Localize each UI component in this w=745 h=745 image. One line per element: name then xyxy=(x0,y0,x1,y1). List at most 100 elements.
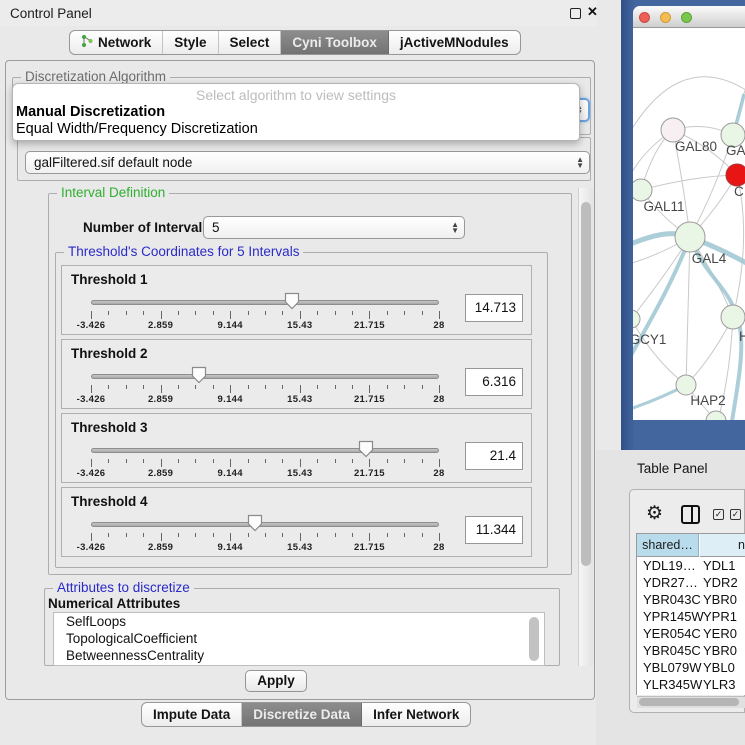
cell-name: YBR0 xyxy=(703,642,737,659)
table-row[interactable]: YBR045CYBR0 xyxy=(637,642,745,659)
table-panel-title: Table Panel xyxy=(637,461,708,476)
tab-select[interactable]: Select xyxy=(219,31,282,54)
threshold-slider-track[interactable] xyxy=(91,374,439,379)
mac-zoom-icon[interactable] xyxy=(681,12,692,23)
network-edge[interactable] xyxy=(633,319,686,385)
network-node-gal4[interactable] xyxy=(675,222,705,252)
network-node-ha[interactable] xyxy=(721,305,745,329)
slider-tick xyxy=(387,385,388,389)
slider-tick xyxy=(248,311,249,315)
network-node-hap2[interactable] xyxy=(676,375,696,395)
threshold-value-field[interactable]: 14.713 xyxy=(465,294,523,322)
threshold-slider-thumb[interactable] xyxy=(358,440,374,458)
attributes-scrollbar[interactable] xyxy=(529,617,539,661)
network-edge-thick[interactable] xyxy=(633,237,690,370)
slider-tick xyxy=(108,459,109,463)
tab-cyni-toolbox[interactable]: Cyni Toolbox xyxy=(281,31,389,54)
algorithm-dropdown-popup: Select algorithm to view settings Manual… xyxy=(12,83,580,141)
gear-icon[interactable]: ⚙ xyxy=(646,502,663,525)
table-row[interactable]: YIL052CYIL0 xyxy=(637,693,745,695)
number-of-intervals-value: 5 xyxy=(212,220,220,235)
slider-tick xyxy=(404,385,405,389)
slider-tick-label: 21.715 xyxy=(354,468,385,479)
close-icon[interactable]: ✕ xyxy=(587,4,598,20)
slider-tick-label: 15.43 xyxy=(287,320,312,331)
checkbox-icon[interactable]: ✓ xyxy=(713,509,724,520)
tab-discretize-data[interactable]: Discretize Data xyxy=(242,703,362,726)
tab-infer-network[interactable]: Infer Network xyxy=(362,703,470,726)
table-row[interactable]: YER054CYER0 xyxy=(637,625,745,642)
table-hscrollbar-thumb[interactable] xyxy=(639,698,739,706)
network-edge[interactable] xyxy=(641,175,737,190)
algorithm-option-equal-width-frequency-discretization[interactable]: Equal Width/Frequency Discretization xyxy=(16,121,258,137)
number-of-intervals-combo[interactable]: 5 ▲▼ xyxy=(203,216,465,239)
threshold-value-field[interactable]: 11.344 xyxy=(465,516,523,544)
slider-tick xyxy=(248,533,249,537)
table-row[interactable]: YDR27…YDR2 xyxy=(637,574,745,591)
network-node-label: HA xyxy=(739,329,745,344)
tab-label: Network xyxy=(98,35,151,50)
tab-style[interactable]: Style xyxy=(163,31,218,54)
split-columns-icon[interactable] xyxy=(681,505,700,524)
discretization-algorithm-group-title: Discretization Algorithm xyxy=(21,69,170,84)
cell-name: YDR2 xyxy=(703,574,738,591)
app-root: Control Panel ✕ NetworkStyleSelectCyni T… xyxy=(0,0,745,745)
threshold-slider-thumb[interactable] xyxy=(247,514,263,532)
attribute-item-selfloops[interactable]: SelfLoops xyxy=(54,613,544,630)
table-row[interactable]: YBR043CYBR0 xyxy=(637,591,745,608)
network-node-gcy1[interactable] xyxy=(633,310,640,328)
algorithm-option-manual-discretization[interactable]: Manual Discretization xyxy=(16,104,165,120)
slider-tick-label: -3.426 xyxy=(77,320,106,331)
network-window-titlebar[interactable] xyxy=(633,6,745,28)
mac-minimize-icon[interactable] xyxy=(660,12,671,23)
cell-name: YDL1 xyxy=(703,557,736,574)
tab-impute-data[interactable]: Impute Data xyxy=(142,703,242,726)
attribute-item-betweennesscentrality[interactable]: BetweennessCentrality xyxy=(54,647,544,664)
network-node-gal11[interactable] xyxy=(633,179,652,201)
panel-scrollbar-thumb[interactable] xyxy=(581,202,591,566)
table-data-combo[interactable]: galFiltered.sif default node ▲▼ xyxy=(25,151,590,174)
attributes-group-title: Attributes to discretize xyxy=(53,580,194,595)
threshold-slider-thumb[interactable] xyxy=(284,292,300,310)
table-row[interactable]: YDL19…YDL1 xyxy=(637,557,745,574)
threshold-value-field[interactable]: 21.4 xyxy=(465,442,523,470)
tab-label: Select xyxy=(230,35,270,50)
network-icon xyxy=(81,34,93,51)
threshold-slider-thumb[interactable] xyxy=(191,366,207,384)
table-row[interactable]: YBL079WYBL0 xyxy=(637,659,745,676)
table-row[interactable]: YPR145WYPR1 xyxy=(637,608,745,625)
slider-tick-label: -3.426 xyxy=(77,468,106,479)
threshold-slider-track[interactable] xyxy=(91,522,439,527)
threshold-value-field[interactable]: 6.316 xyxy=(465,368,523,396)
network-edge[interactable] xyxy=(686,237,690,385)
cell-name: YER0 xyxy=(703,625,737,642)
slider-tick xyxy=(439,459,440,467)
slider-tick xyxy=(369,459,370,467)
tab-network[interactable]: Network xyxy=(70,31,163,54)
table-row[interactable]: YLR345WYLR3 xyxy=(637,676,745,693)
numerical-attributes-list[interactable]: SelfLoopsTopologicalCoefficientBetweenne… xyxy=(53,612,545,666)
attribute-item-topologicalcoefficient[interactable]: TopologicalCoefficient xyxy=(54,630,544,647)
slider-tick xyxy=(404,533,405,537)
slider-tick-label: 21.715 xyxy=(354,394,385,405)
network-view-window[interactable]: GAL80GAL8CGAL11GAL4GCY1HAHAP2 xyxy=(633,6,745,420)
threshold-slider-track[interactable] xyxy=(91,448,439,453)
tab-jactivemnodules[interactable]: jActiveMNodules xyxy=(389,31,520,54)
threshold-panel-threshold-3: Threshold 3-3.4262.8599.14415.4321.71528… xyxy=(61,413,532,483)
column-header-name[interactable]: na xyxy=(700,534,745,557)
mac-close-icon[interactable] xyxy=(639,12,650,23)
numerical-attributes-label: Numerical Attributes xyxy=(48,596,180,611)
float-window-icon[interactable] xyxy=(570,8,581,19)
network-node-c[interactable] xyxy=(726,164,745,186)
checkbox-icon[interactable]: ✓ xyxy=(730,509,741,520)
cell-shared-name: YPR145W xyxy=(643,608,704,625)
slider-tick xyxy=(352,385,353,389)
slider-tick-label: 2.859 xyxy=(148,542,173,553)
threshold-slider-track[interactable] xyxy=(91,300,439,305)
cell-shared-name: YLR345W xyxy=(643,676,702,693)
network-graph[interactable]: GAL80GAL8CGAL11GAL4GCY1HAHAP2 xyxy=(633,28,745,420)
column-header-shared-name[interactable]: shared… xyxy=(637,534,699,557)
threshold-coordinates-group-title: Threshold's Coordinates for 5 Intervals xyxy=(64,244,303,259)
slider-tick xyxy=(352,533,353,537)
apply-button[interactable]: Apply xyxy=(245,670,307,692)
